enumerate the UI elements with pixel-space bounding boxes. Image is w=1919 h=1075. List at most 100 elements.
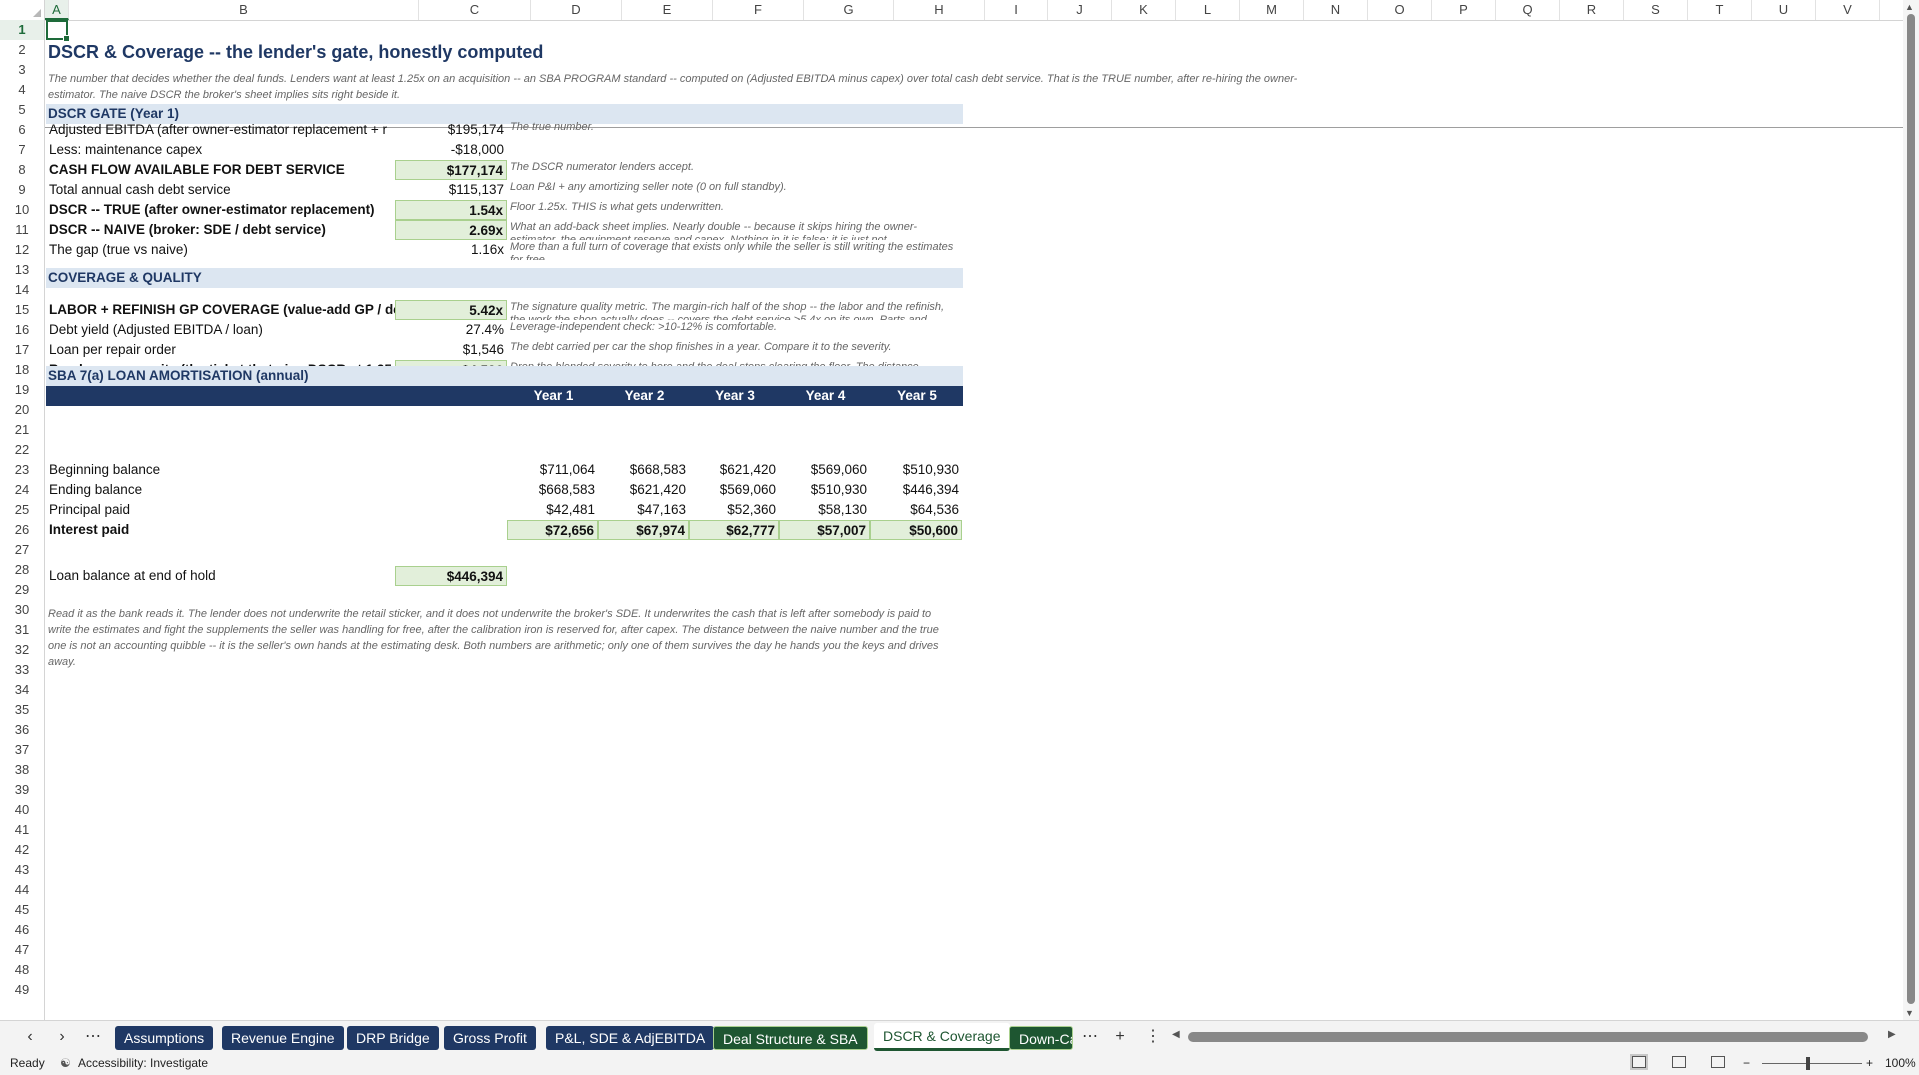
dscr-label[interactable]: The gap (true vs naive) — [46, 240, 396, 260]
row-header-20[interactable]: 20 — [0, 400, 44, 420]
row-header-18[interactable]: 18 — [0, 360, 44, 380]
amort-value[interactable]: $47,163 — [598, 500, 689, 520]
column-header-m[interactable]: M — [1240, 0, 1304, 20]
zoom-in-icon[interactable]: + — [1866, 1056, 1873, 1070]
row-header-49[interactable]: 49 — [0, 980, 44, 1000]
tab-drp-bridge[interactable]: DRP Bridge — [347, 1026, 439, 1050]
column-header-g[interactable]: G — [804, 0, 894, 20]
row-header-46[interactable]: 46 — [0, 920, 44, 940]
tab-options-icon[interactable]: ⋮ — [1140, 1021, 1166, 1053]
row-header-31[interactable]: 31 — [0, 620, 44, 640]
amort-value[interactable]: $621,420 — [689, 460, 779, 480]
row-header-34[interactable]: 34 — [0, 680, 44, 700]
dscr-value[interactable]: 1.16x — [395, 240, 507, 260]
vertical-scroll-thumb[interactable] — [1907, 14, 1915, 1004]
row-header-26[interactable]: 26 — [0, 520, 44, 540]
amort-value[interactable]: $510,930 — [870, 460, 962, 480]
row-header-10[interactable]: 10 — [0, 200, 44, 220]
amort-value[interactable]: $67,974 — [598, 520, 689, 540]
zoom-out-icon[interactable]: − — [1743, 1056, 1750, 1070]
tab-assumptions[interactable]: Assumptions — [115, 1026, 214, 1050]
amort-value[interactable]: $668,583 — [598, 460, 689, 480]
horizontal-scroll-thumb[interactable] — [1188, 1032, 1868, 1042]
amort-value[interactable]: $64,536 — [870, 500, 962, 520]
column-header-b[interactable]: B — [69, 0, 419, 20]
row-header-17[interactable]: 17 — [0, 340, 44, 360]
tab-deal-structure-sba[interactable]: Deal Structure & SBA — [713, 1026, 868, 1050]
amort-value[interactable]: $446,394 — [870, 480, 962, 500]
end-balance-label[interactable]: Loan balance at end of hold — [46, 566, 396, 586]
dscr-label[interactable]: CASH FLOW AVAILABLE FOR DEBT SERVICE — [46, 160, 396, 180]
amort-value[interactable]: $72,656 — [507, 520, 598, 540]
column-header-q[interactable]: Q — [1496, 0, 1560, 20]
row-header-29[interactable]: 29 — [0, 580, 44, 600]
row-header-45[interactable]: 45 — [0, 900, 44, 920]
coverage-label[interactable]: Debt yield (Adjusted EBITDA / loan) — [46, 320, 396, 340]
scroll-up-icon[interactable]: ▲ — [1905, 2, 1914, 12]
end-balance-value[interactable]: $446,394 — [395, 566, 507, 586]
row-header-12[interactable]: 12 — [0, 240, 44, 260]
coverage-value[interactable]: 5.42x — [395, 300, 507, 320]
column-header-j[interactable]: J — [1048, 0, 1112, 20]
coverage-label[interactable]: Loan per repair order — [46, 340, 396, 360]
dscr-value[interactable]: 1.54x — [395, 200, 507, 220]
amort-value[interactable]: $50,600 — [870, 520, 962, 540]
amort-row-label[interactable]: Principal paid — [46, 500, 396, 520]
row-header-40[interactable]: 40 — [0, 800, 44, 820]
row-header-35[interactable]: 35 — [0, 700, 44, 720]
amort-value[interactable]: $711,064 — [507, 460, 598, 480]
tab-down-ca[interactable]: Down-Ca — [1009, 1026, 1073, 1050]
more-sheets-right-icon[interactable]: ⋯ — [1077, 1021, 1103, 1053]
row-header-44[interactable]: 44 — [0, 880, 44, 900]
select-all-corner[interactable] — [0, 0, 45, 20]
column-header-k[interactable]: K — [1112, 0, 1176, 20]
row-header-9[interactable]: 9 — [0, 180, 44, 200]
row-header-21[interactable]: 21 — [0, 420, 44, 440]
column-header-i[interactable]: I — [985, 0, 1048, 20]
row-header-6[interactable]: 6 — [0, 120, 44, 140]
row-header-16[interactable]: 16 — [0, 320, 44, 340]
amort-value[interactable]: $42,481 — [507, 500, 598, 520]
amort-row-label[interactable]: Ending balance — [46, 480, 396, 500]
dscr-value[interactable]: 2.69x — [395, 220, 507, 240]
column-header-f[interactable]: F — [713, 0, 804, 20]
amort-value[interactable]: $510,930 — [779, 480, 870, 500]
column-header-a[interactable]: A — [45, 0, 69, 20]
dscr-value[interactable]: -$18,000 — [395, 140, 507, 160]
row-header-1[interactable]: 1 — [0, 20, 44, 40]
add-sheet-icon[interactable]: + — [1107, 1021, 1133, 1053]
dscr-value[interactable]: $195,174 — [395, 120, 507, 140]
column-header-d[interactable]: D — [531, 0, 622, 20]
row-header-28[interactable]: 28 — [0, 560, 44, 580]
dscr-value[interactable]: $177,174 — [395, 160, 507, 180]
dscr-value[interactable]: $115,137 — [395, 180, 507, 200]
prev-sheet-icon[interactable]: ‹ — [17, 1021, 43, 1053]
row-header-30[interactable]: 30 — [0, 600, 44, 620]
scroll-right-icon[interactable]: ▶ — [1888, 1029, 1896, 1040]
worksheet-grid[interactable]: DSCR & Coverage -- the lender's gate, ho… — [45, 20, 1903, 1020]
amort-row-label[interactable]: Interest paid — [46, 520, 396, 540]
row-header-32[interactable]: 32 — [0, 640, 44, 660]
row-header-36[interactable]: 36 — [0, 720, 44, 740]
coverage-label[interactable]: LABOR + REFINISH GP COVERAGE (value-add … — [46, 300, 396, 320]
accessibility-icon[interactable]: ☯ — [60, 1056, 71, 1070]
accessibility-status[interactable]: Accessibility: Investigate — [78, 1056, 208, 1070]
amort-value[interactable]: $569,060 — [779, 460, 870, 480]
row-header-22[interactable]: 22 — [0, 440, 44, 460]
dscr-label[interactable]: Adjusted EBITDA (after owner-estimator r… — [46, 120, 396, 140]
amort-value[interactable]: $668,583 — [507, 480, 598, 500]
column-header-h[interactable]: H — [894, 0, 985, 20]
row-header-3[interactable]: 3 — [0, 60, 44, 80]
column-header-u[interactable]: U — [1752, 0, 1816, 20]
column-header-t[interactable]: T — [1688, 0, 1752, 20]
row-header-37[interactable]: 37 — [0, 740, 44, 760]
tab-gross-profit[interactable]: Gross Profit — [444, 1026, 536, 1050]
row-header-41[interactable]: 41 — [0, 820, 44, 840]
row-header-5[interactable]: 5 — [0, 100, 44, 120]
row-header-47[interactable]: 47 — [0, 940, 44, 960]
zoom-level[interactable]: 100% — [1885, 1056, 1916, 1070]
amort-value[interactable]: $569,060 — [689, 480, 779, 500]
vertical-scrollbar[interactable]: ▲ ▼ — [1903, 0, 1919, 1020]
amort-value[interactable]: $58,130 — [779, 500, 870, 520]
next-sheet-icon[interactable]: › — [49, 1021, 75, 1053]
